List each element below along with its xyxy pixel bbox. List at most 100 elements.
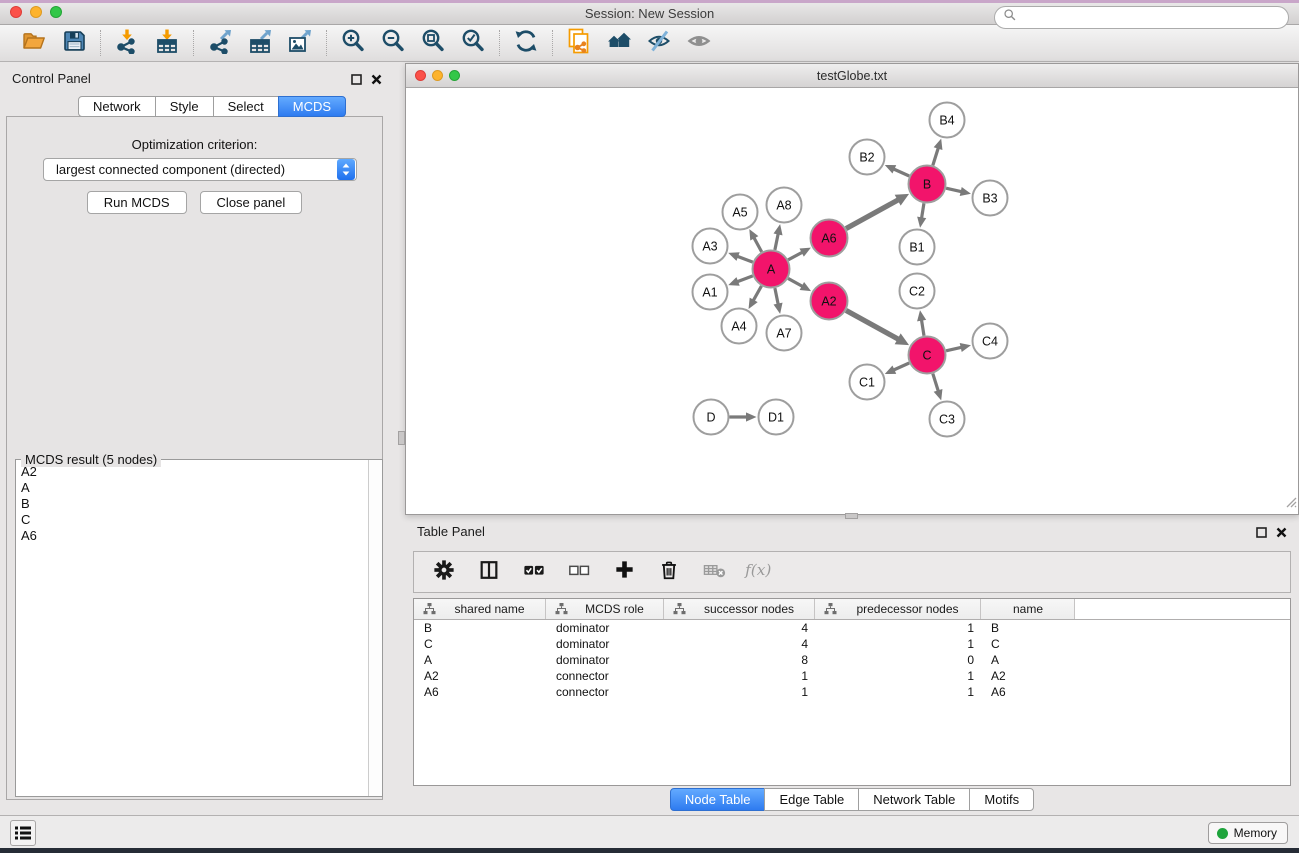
tab-motifs[interactable]: Motifs xyxy=(969,788,1034,811)
tab-node-table[interactable]: Node Table xyxy=(670,788,766,811)
export-network-button[interactable] xyxy=(204,28,236,58)
graph-node-B3[interactable]: B3 xyxy=(973,181,1008,216)
result-item[interactable]: B xyxy=(17,496,367,512)
select-all-columns-button[interactable] xyxy=(520,558,548,586)
graph-node-D[interactable]: D xyxy=(694,400,729,435)
tab-mcds[interactable]: MCDS xyxy=(278,96,346,117)
export-image-button[interactable] xyxy=(284,28,316,58)
edge-A-A3[interactable] xyxy=(736,256,753,262)
graph-node-D1[interactable]: D1 xyxy=(759,400,794,435)
graph-node-B2[interactable]: B2 xyxy=(850,140,885,175)
close-panel-button[interactable]: Close panel xyxy=(200,191,303,214)
search-input[interactable] xyxy=(1022,9,1288,27)
graph-node-C4[interactable]: C4 xyxy=(973,324,1008,359)
network-graph[interactable]: B4 B2 B B3 A8 A5 A6 A3 B1 A A1 C2 A2 A4 A7 C4 C C1 C3 D D1 xyxy=(406,88,1298,514)
edge-A-A1[interactable] xyxy=(736,276,753,282)
criterion-dropdown[interactable]: largest connected component (directed) xyxy=(43,158,357,181)
create-column-button[interactable] xyxy=(610,558,638,586)
import-network-button[interactable] xyxy=(111,28,143,58)
edge-B-B1[interactable] xyxy=(921,203,924,219)
graph-node-B[interactable]: B xyxy=(909,166,946,203)
column-header-shared-name[interactable]: shared name xyxy=(414,599,546,619)
zoom-out-button[interactable] xyxy=(377,28,409,58)
tab-edge-table[interactable]: Edge Table xyxy=(764,788,859,811)
vertical-scroll-thumb[interactable] xyxy=(398,431,405,445)
hide-graphics-button[interactable] xyxy=(643,28,675,58)
column-header-predecessor-nodes[interactable]: predecessor nodes xyxy=(815,599,981,619)
column-header-MCDS-role[interactable]: MCDS role xyxy=(546,599,664,619)
edge-C-C2[interactable] xyxy=(921,319,924,336)
network-canvas[interactable]: B4 B2 B B3 A8 A5 A6 A3 B1 A A1 C2 A2 A4 A7 C4 C C1 C3 D D1 xyxy=(406,88,1298,514)
open-session-button[interactable] xyxy=(18,28,50,58)
show-graphics-button[interactable] xyxy=(683,28,715,58)
memory-button[interactable]: Memory xyxy=(1208,822,1288,844)
result-item[interactable]: A6 xyxy=(17,528,367,544)
close-panel-icon[interactable] xyxy=(1276,525,1287,543)
graph-node-B1[interactable]: B1 xyxy=(900,230,935,265)
delete-column-button[interactable] xyxy=(655,558,683,586)
network-window-titlebar[interactable]: testGlobe.txt xyxy=(406,64,1298,88)
tab-network-table[interactable]: Network Table xyxy=(858,788,970,811)
new-network-from-file-button[interactable] xyxy=(563,28,595,58)
edge-B-B4[interactable] xyxy=(933,147,939,166)
graph-node-A8[interactable]: A8 xyxy=(767,188,802,223)
result-item[interactable]: A2 xyxy=(17,464,367,480)
edge-A-A2[interactable] xyxy=(788,278,804,287)
float-panel-icon[interactable] xyxy=(1256,525,1267,543)
graph-node-A5[interactable]: A5 xyxy=(723,195,758,230)
column-header-name[interactable]: name xyxy=(981,599,1075,619)
table-row[interactable]: Bdominator41B xyxy=(414,620,1290,636)
graph-node-A1[interactable]: A1 xyxy=(693,275,728,310)
edge-A6-B[interactable] xyxy=(846,199,899,228)
tab-select[interactable]: Select xyxy=(213,96,279,117)
table-row[interactable]: A6connector11A6 xyxy=(414,684,1290,700)
edge-C-C3[interactable] xyxy=(933,374,939,393)
run-mcds-button[interactable]: Run MCDS xyxy=(87,191,187,214)
deselect-all-columns-button[interactable] xyxy=(565,558,593,586)
show-panels-button[interactable] xyxy=(10,820,36,846)
edge-A-A7[interactable] xyxy=(775,288,779,305)
result-item[interactable]: A xyxy=(17,480,367,496)
table-options-button[interactable] xyxy=(430,558,458,586)
edge-C-C4[interactable] xyxy=(946,347,963,351)
table-row[interactable]: Cdominator41C xyxy=(414,636,1290,652)
resize-grip-icon[interactable] xyxy=(1285,495,1297,513)
graph-node-A2[interactable]: A2 xyxy=(811,283,848,320)
graph-node-B4[interactable]: B4 xyxy=(930,103,965,138)
tab-network[interactable]: Network xyxy=(78,96,156,117)
result-item[interactable]: C xyxy=(17,512,367,528)
graph-node-C2[interactable]: C2 xyxy=(900,274,935,309)
graph-node-A6[interactable]: A6 xyxy=(811,220,848,257)
graph-node-C[interactable]: C xyxy=(909,337,946,374)
edge-A2-C[interactable] xyxy=(846,310,899,339)
edge-B-B2[interactable] xyxy=(893,168,910,176)
graph-node-C3[interactable]: C3 xyxy=(930,402,965,437)
graph-node-A3[interactable]: A3 xyxy=(693,229,728,264)
graph-node-A[interactable]: A xyxy=(753,251,790,288)
import-table-button[interactable] xyxy=(151,28,183,58)
float-panel-icon[interactable] xyxy=(351,72,362,90)
tab-style[interactable]: Style xyxy=(155,96,214,117)
search-box[interactable] xyxy=(994,6,1289,29)
edge-A-A5[interactable] xyxy=(753,237,761,252)
zoom-fit-button[interactable] xyxy=(417,28,449,58)
first-neighbors-button[interactable] xyxy=(603,28,635,58)
result-scrollbar[interactable] xyxy=(368,460,382,796)
edge-A-A4[interactable] xyxy=(753,286,762,302)
zoom-in-button[interactable] xyxy=(337,28,369,58)
save-session-button[interactable] xyxy=(58,28,90,58)
show-column-panel-button[interactable] xyxy=(475,558,503,586)
export-table-button[interactable] xyxy=(244,28,276,58)
edge-A-A8[interactable] xyxy=(775,232,779,249)
graph-node-A4[interactable]: A4 xyxy=(722,309,757,344)
refresh-button[interactable] xyxy=(510,28,542,58)
table-row[interactable]: A2connector11A2 xyxy=(414,668,1290,684)
table-row[interactable]: Adominator80A xyxy=(414,652,1290,668)
close-panel-icon[interactable] xyxy=(371,72,382,90)
edge-B-B3[interactable] xyxy=(946,188,963,192)
edge-C-C1[interactable] xyxy=(893,363,910,371)
edge-A-A6[interactable] xyxy=(788,252,803,260)
zoom-selected-button[interactable] xyxy=(457,28,489,58)
graph-node-A7[interactable]: A7 xyxy=(767,316,802,351)
graph-node-C1[interactable]: C1 xyxy=(850,365,885,400)
